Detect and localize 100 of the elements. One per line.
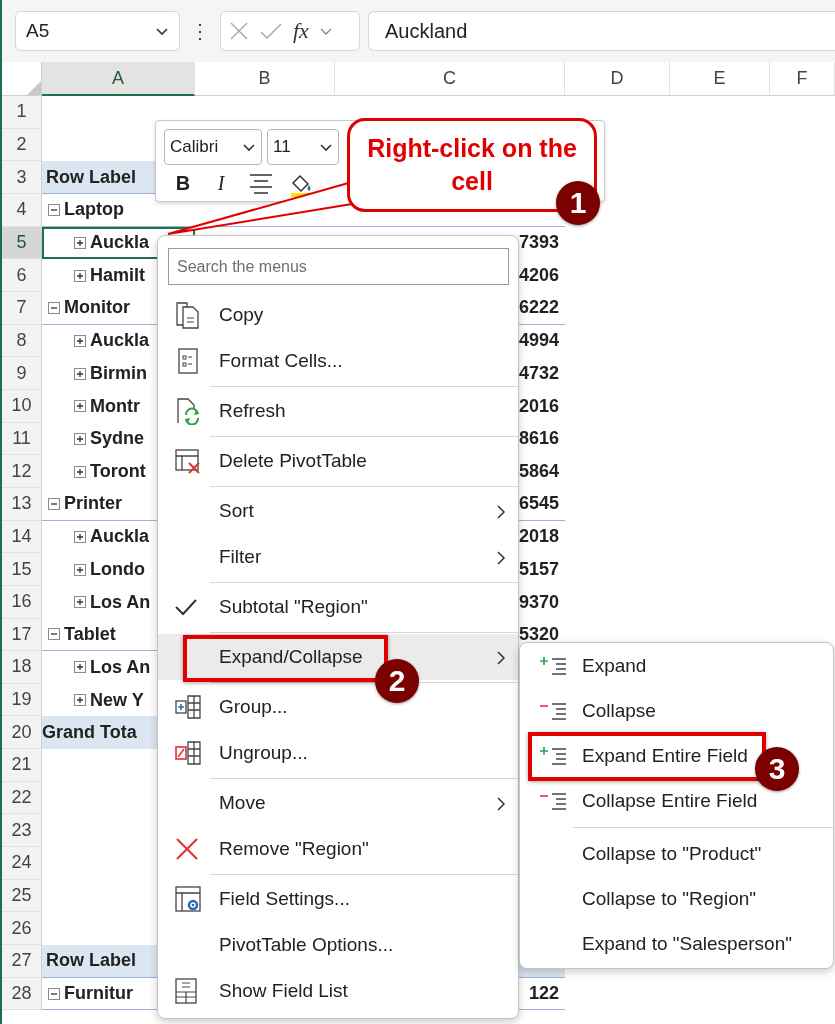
row-header[interactable]: 15 (2, 553, 42, 586)
row-header[interactable]: 6 (2, 259, 42, 292)
menu-item[interactable]: Field Settings... (158, 876, 518, 922)
row-header[interactable]: 26 (2, 912, 42, 946)
cell-value: 9370 (518, 591, 559, 613)
expand-toggle-icon[interactable] (74, 694, 86, 707)
expand-toggle-icon[interactable] (74, 432, 86, 445)
column-header[interactable]: C (335, 62, 565, 96)
collapse-toggle-icon[interactable] (48, 987, 60, 1000)
refresh-icon (174, 397, 202, 425)
menu-item[interactable]: Expand Entire Field (520, 733, 752, 778)
name-box[interactable]: A5 (15, 11, 180, 51)
row-header[interactable]: 28 (2, 977, 42, 1011)
align-center-icon[interactable] (249, 173, 273, 195)
row-header[interactable]: 10 (2, 389, 42, 423)
search-field[interactable]: Search the menus (168, 248, 509, 285)
insert-function-button[interactable]: fx (293, 18, 309, 44)
bold-button[interactable]: B (168, 169, 198, 197)
font-size-dropdown[interactable]: 11 (267, 129, 339, 165)
row-header[interactable]: 8 (2, 324, 42, 358)
caret-icon (242, 141, 256, 153)
column-label: Row Label (46, 166, 136, 188)
menu-item[interactable]: Show Field List (158, 968, 518, 1014)
row-label: Los An (90, 657, 151, 678)
row-header[interactable]: 13 (2, 487, 42, 521)
row-header[interactable]: 1 (2, 96, 42, 129)
more-options-icon[interactable]: ⋮ (188, 19, 212, 43)
menu-item[interactable]: Ungroup... (158, 730, 518, 776)
row-header[interactable]: 23 (2, 814, 42, 848)
menu-item[interactable]: Move (158, 780, 518, 826)
row-header[interactable]: 18 (2, 651, 42, 684)
cell-value: 6545 (518, 493, 559, 515)
row-header[interactable]: 7 (2, 291, 42, 325)
expand-toggle-icon[interactable] (74, 530, 86, 543)
collapse-toggle-icon[interactable] (48, 628, 60, 641)
menu-item[interactable]: PivotTable Options... (158, 922, 518, 968)
cell-value: 6222 (518, 297, 559, 319)
row-header[interactable]: 5 (2, 226, 42, 260)
expand-toggle-icon[interactable] (74, 596, 86, 609)
menu-item[interactable]: Sort (158, 488, 518, 534)
row-header[interactable]: 17 (2, 618, 42, 652)
column-header[interactable]: D (565, 62, 670, 96)
row-header[interactable]: 3 (2, 161, 42, 194)
expand-toggle-icon[interactable] (74, 236, 86, 249)
row-header[interactable]: 16 (2, 585, 42, 619)
expand-toggle-icon[interactable] (74, 367, 86, 380)
row-header[interactable]: 11 (2, 422, 42, 456)
chevron-right-icon (496, 550, 506, 566)
menu-item[interactable]: Filter (158, 534, 518, 580)
column-header[interactable]: B (195, 62, 335, 96)
column-header[interactable]: F (770, 62, 835, 96)
row-header[interactable]: 14 (2, 520, 42, 554)
column-header[interactable]: A (42, 62, 195, 96)
menu-item[interactable]: Collapse to "Product" (520, 831, 766, 876)
font-dropdown[interactable]: Calibri (164, 129, 262, 165)
delete-table-icon (174, 447, 202, 475)
cell-value: 8616 (518, 428, 559, 450)
ungroup-icon (174, 739, 202, 767)
italic-button[interactable]: I (206, 169, 236, 197)
expand-toggle-icon[interactable] (74, 400, 86, 413)
menu-item[interactable]: Expand to "Salesperson" (520, 921, 796, 966)
menu-item[interactable]: Copy (158, 292, 518, 338)
expand-toggle-icon[interactable] (74, 334, 86, 347)
row-label: Auckla (90, 232, 150, 254)
collapse-toggle-icon[interactable] (48, 497, 60, 510)
row-header[interactable]: 12 (2, 455, 42, 488)
row-label: New Y (90, 689, 144, 711)
row-label: Sydne (90, 428, 145, 450)
menu-item[interactable]: Collapse to "Region" (520, 876, 761, 921)
column-header[interactable]: E (670, 62, 770, 96)
row-header[interactable]: 27 (2, 945, 42, 978)
menu-item[interactable]: Collapse (520, 688, 660, 733)
row-header[interactable]: 22 (2, 781, 42, 815)
menu-item[interactable]: Format Cells... (158, 338, 518, 384)
expand-toggle-icon[interactable] (74, 563, 86, 576)
menu-item[interactable]: Refresh (158, 388, 518, 434)
row-header[interactable]: 24 (2, 847, 42, 880)
chevron-right-icon (496, 796, 506, 812)
formula-field[interactable]: Auckland (368, 11, 835, 51)
expand-toggle-icon[interactable] (74, 661, 86, 674)
menu-item[interactable]: Remove "Region" (158, 826, 518, 872)
caret-icon (155, 25, 169, 37)
row-header[interactable]: 21 (2, 749, 42, 782)
row-header[interactable]: 2 (2, 128, 42, 162)
collapse-toggle-icon[interactable] (48, 203, 60, 216)
menu-item[interactable]: Expand (520, 643, 651, 688)
row-header[interactable]: 4 (2, 193, 42, 227)
expand-toggle-icon[interactable] (74, 269, 86, 282)
menu-item[interactable]: Delete PivotTable (158, 438, 518, 484)
menu-item[interactable]: Subtotal "Region" (158, 584, 518, 630)
cell-value: 4732 (518, 363, 559, 385)
expand-icon (540, 655, 568, 676)
row-header[interactable]: 25 (2, 879, 42, 913)
expand-toggle-icon[interactable] (74, 465, 86, 478)
collapse-toggle-icon[interactable] (48, 301, 60, 314)
row-header[interactable]: 9 (2, 357, 42, 390)
total-label: Grand Tota (42, 722, 137, 744)
row-header[interactable]: 19 (2, 683, 42, 717)
copy-icon (174, 301, 202, 329)
row-header[interactable]: 20 (2, 716, 42, 750)
